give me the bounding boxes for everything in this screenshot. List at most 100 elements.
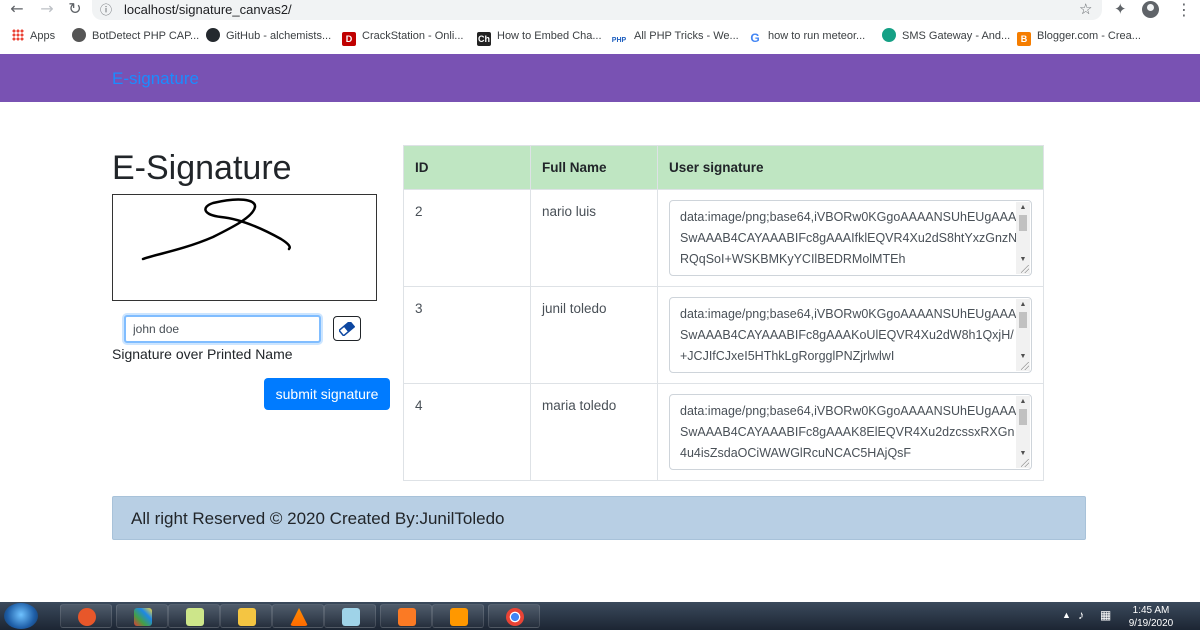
signature-caption: Signature over Printed Name (112, 346, 293, 362)
taskbar-app-explorer[interactable] (220, 604, 272, 628)
signature-data-text: data:image/png;base64,iVBORw0KGgoAAAANSU… (680, 307, 1017, 363)
bookmark-label: All PHP Tricks - We... (634, 30, 739, 42)
bookmark-github[interactable]: GitHub - alchemists... (206, 26, 331, 48)
taskbar-app-pinwheel[interactable] (116, 604, 168, 628)
back-arrow-icon[interactable]: ← (6, 0, 28, 20)
resize-grip-icon[interactable] (1021, 265, 1029, 273)
textarea-scrollbar[interactable]: ▲ ▼ (1016, 202, 1030, 274)
taskbar-app-sublime[interactable] (432, 604, 484, 628)
sms-gateway-favicon (882, 28, 896, 42)
printed-name-input[interactable] (124, 315, 321, 343)
speaker-icon[interactable]: ♪ (1078, 608, 1084, 622)
browser-chrome: ← → ↻ ⓘ localhost/signature_canvas2/ ☆ ✦… (0, 0, 1200, 54)
footer-text: All right Reserved © 2020 Created By:Jun… (131, 509, 505, 528)
start-button[interactable] (4, 603, 38, 629)
navbar-brand[interactable]: E-signature (112, 69, 199, 89)
bookmark-star-icon[interactable]: ☆ (1079, 0, 1092, 18)
page-title: E-Signature (112, 149, 292, 187)
signature-data-text: data:image/png;base64,iVBORw0KGgoAAAANSU… (680, 404, 1017, 460)
signature-data-textarea[interactable]: data:image/png;base64,iVBORw0KGgoAAAANSU… (669, 200, 1032, 276)
table-row: 2 nario luis data:image/png;base64,iVBOR… (403, 189, 1044, 287)
profile-avatar-icon[interactable] (1142, 1, 1159, 18)
table-row: 4 maria toledo data:image/png;base64,iVB… (403, 383, 1044, 481)
scroll-up-arrow-icon[interactable]: ▲ (1016, 202, 1030, 214)
bookmark-label: CrackStation - Onli... (362, 30, 464, 42)
bookmark-label: How to Embed Cha... (497, 30, 602, 42)
header-id: ID (403, 145, 531, 190)
bookmark-label: how to run meteor... (768, 30, 866, 42)
blogger-icon: B (1017, 32, 1031, 46)
resize-grip-icon[interactable] (1021, 459, 1029, 467)
bookmark-meteor[interactable]: Ghow to run meteor... (748, 26, 865, 48)
textarea-scrollbar[interactable]: ▲ ▼ (1016, 396, 1030, 468)
xampp-icon (398, 608, 416, 626)
taskbar-app-paint[interactable] (60, 604, 112, 628)
taskbar-time[interactable]: 1:45 AM (1126, 605, 1176, 616)
bookmarks-bar: Apps BotDetect PHP CAP... GitHub - alche… (0, 26, 1200, 48)
bookmark-botdetect[interactable]: BotDetect PHP CAP... (72, 26, 199, 48)
pinwheel-icon (134, 608, 152, 626)
scroll-thumb[interactable] (1019, 409, 1027, 425)
cell-id: 2 (403, 189, 531, 287)
signature-canvas[interactable] (112, 194, 377, 301)
editor-icon (342, 608, 360, 626)
network-icon[interactable]: ▦ (1100, 608, 1111, 622)
taskbar-app-chrome[interactable] (488, 604, 540, 628)
signature-data-textarea[interactable]: data:image/png;base64,iVBORw0KGgoAAAANSU… (669, 297, 1032, 373)
scroll-thumb[interactable] (1019, 215, 1027, 231)
scroll-up-arrow-icon[interactable]: ▲ (1016, 396, 1030, 408)
vlc-cone-icon (290, 608, 308, 626)
footer: All right Reserved © 2020 Created By:Jun… (112, 496, 1086, 540)
taskbar-date[interactable]: 9/19/2020 (1126, 618, 1176, 629)
textarea-scrollbar[interactable]: ▲ ▼ (1016, 299, 1030, 371)
botdetect-favicon (72, 28, 86, 42)
scroll-thumb[interactable] (1019, 312, 1027, 328)
address-bar[interactable]: ⓘ localhost/signature_canvas2/ (92, 0, 1102, 20)
bookmark-php-tricks[interactable]: PHP All PHP Tricks - We... (610, 26, 739, 48)
bookmark-sms-gateway[interactable]: SMS Gateway - And... (882, 26, 1010, 48)
bookmark-blogger[interactable]: B Blogger.com - Crea... (1017, 26, 1141, 48)
cell-signature: data:image/png;base64,iVBORw0KGgoAAAANSU… (657, 286, 1044, 384)
cell-signature: data:image/png;base64,iVBORw0KGgoAAAANSU… (657, 189, 1044, 287)
cell-signature: data:image/png;base64,iVBORw0KGgoAAAANSU… (657, 383, 1044, 481)
header-user-signature: User signature (657, 145, 1044, 190)
chrome-icon (506, 608, 524, 626)
crackstation-favicon: D (342, 32, 356, 46)
paint-icon (78, 608, 96, 626)
bookmark-embed-chart[interactable]: Ch How to Embed Cha... (477, 26, 602, 48)
info-icon[interactable]: ⓘ (100, 1, 112, 18)
reload-icon[interactable]: ↻ (64, 0, 86, 20)
navbar: E-signature (0, 54, 1200, 102)
submit-signature-button[interactable]: submit signature (264, 378, 390, 410)
apps-grid-icon (12, 29, 24, 41)
notes-icon (186, 608, 204, 626)
extensions-icon[interactable]: ✦ (1114, 0, 1127, 18)
os-taskbar: ▲ ♪ ▦ 1:45 AM 9/19/2020 (0, 602, 1200, 630)
menu-kebab-icon[interactable]: ⋮ (1176, 0, 1192, 19)
folder-icon (238, 608, 256, 626)
url-text: localhost/signature_canvas2/ (124, 2, 292, 17)
taskbar-app-vlc[interactable] (272, 604, 324, 628)
bookmark-label: GitHub - alchemists... (226, 30, 332, 42)
ch-favicon: Ch (477, 32, 491, 46)
forward-arrow-icon[interactable]: → (36, 0, 58, 20)
taskbar-app-notes[interactable] (168, 604, 220, 628)
cell-id: 3 (403, 286, 531, 384)
bookmark-label: Blogger.com - Crea... (1037, 30, 1141, 42)
clear-signature-button[interactable] (333, 316, 361, 341)
bookmark-apps[interactable]: Apps (12, 26, 55, 48)
signature-data-textarea[interactable]: data:image/png;base64,iVBORw0KGgoAAAANSU… (669, 394, 1032, 470)
scroll-up-arrow-icon[interactable]: ▲ (1016, 299, 1030, 311)
taskbar-app-editor[interactable] (324, 604, 376, 628)
cell-name: nario luis (530, 189, 658, 287)
table-header-row: ID Full Name User signature (403, 145, 1044, 190)
tray-show-hidden-icon[interactable]: ▲ (1062, 610, 1071, 620)
sublime-icon (450, 608, 468, 626)
cell-name: maria toledo (530, 383, 658, 481)
resize-grip-icon[interactable] (1021, 362, 1029, 370)
signature-stroke (141, 198, 291, 261)
table-row: 3 junil toledo data:image/png;base64,iVB… (403, 286, 1044, 384)
bookmark-crackstation[interactable]: D CrackStation - Onli... (342, 26, 463, 48)
cell-id: 4 (403, 383, 531, 481)
taskbar-app-xampp[interactable] (380, 604, 432, 628)
